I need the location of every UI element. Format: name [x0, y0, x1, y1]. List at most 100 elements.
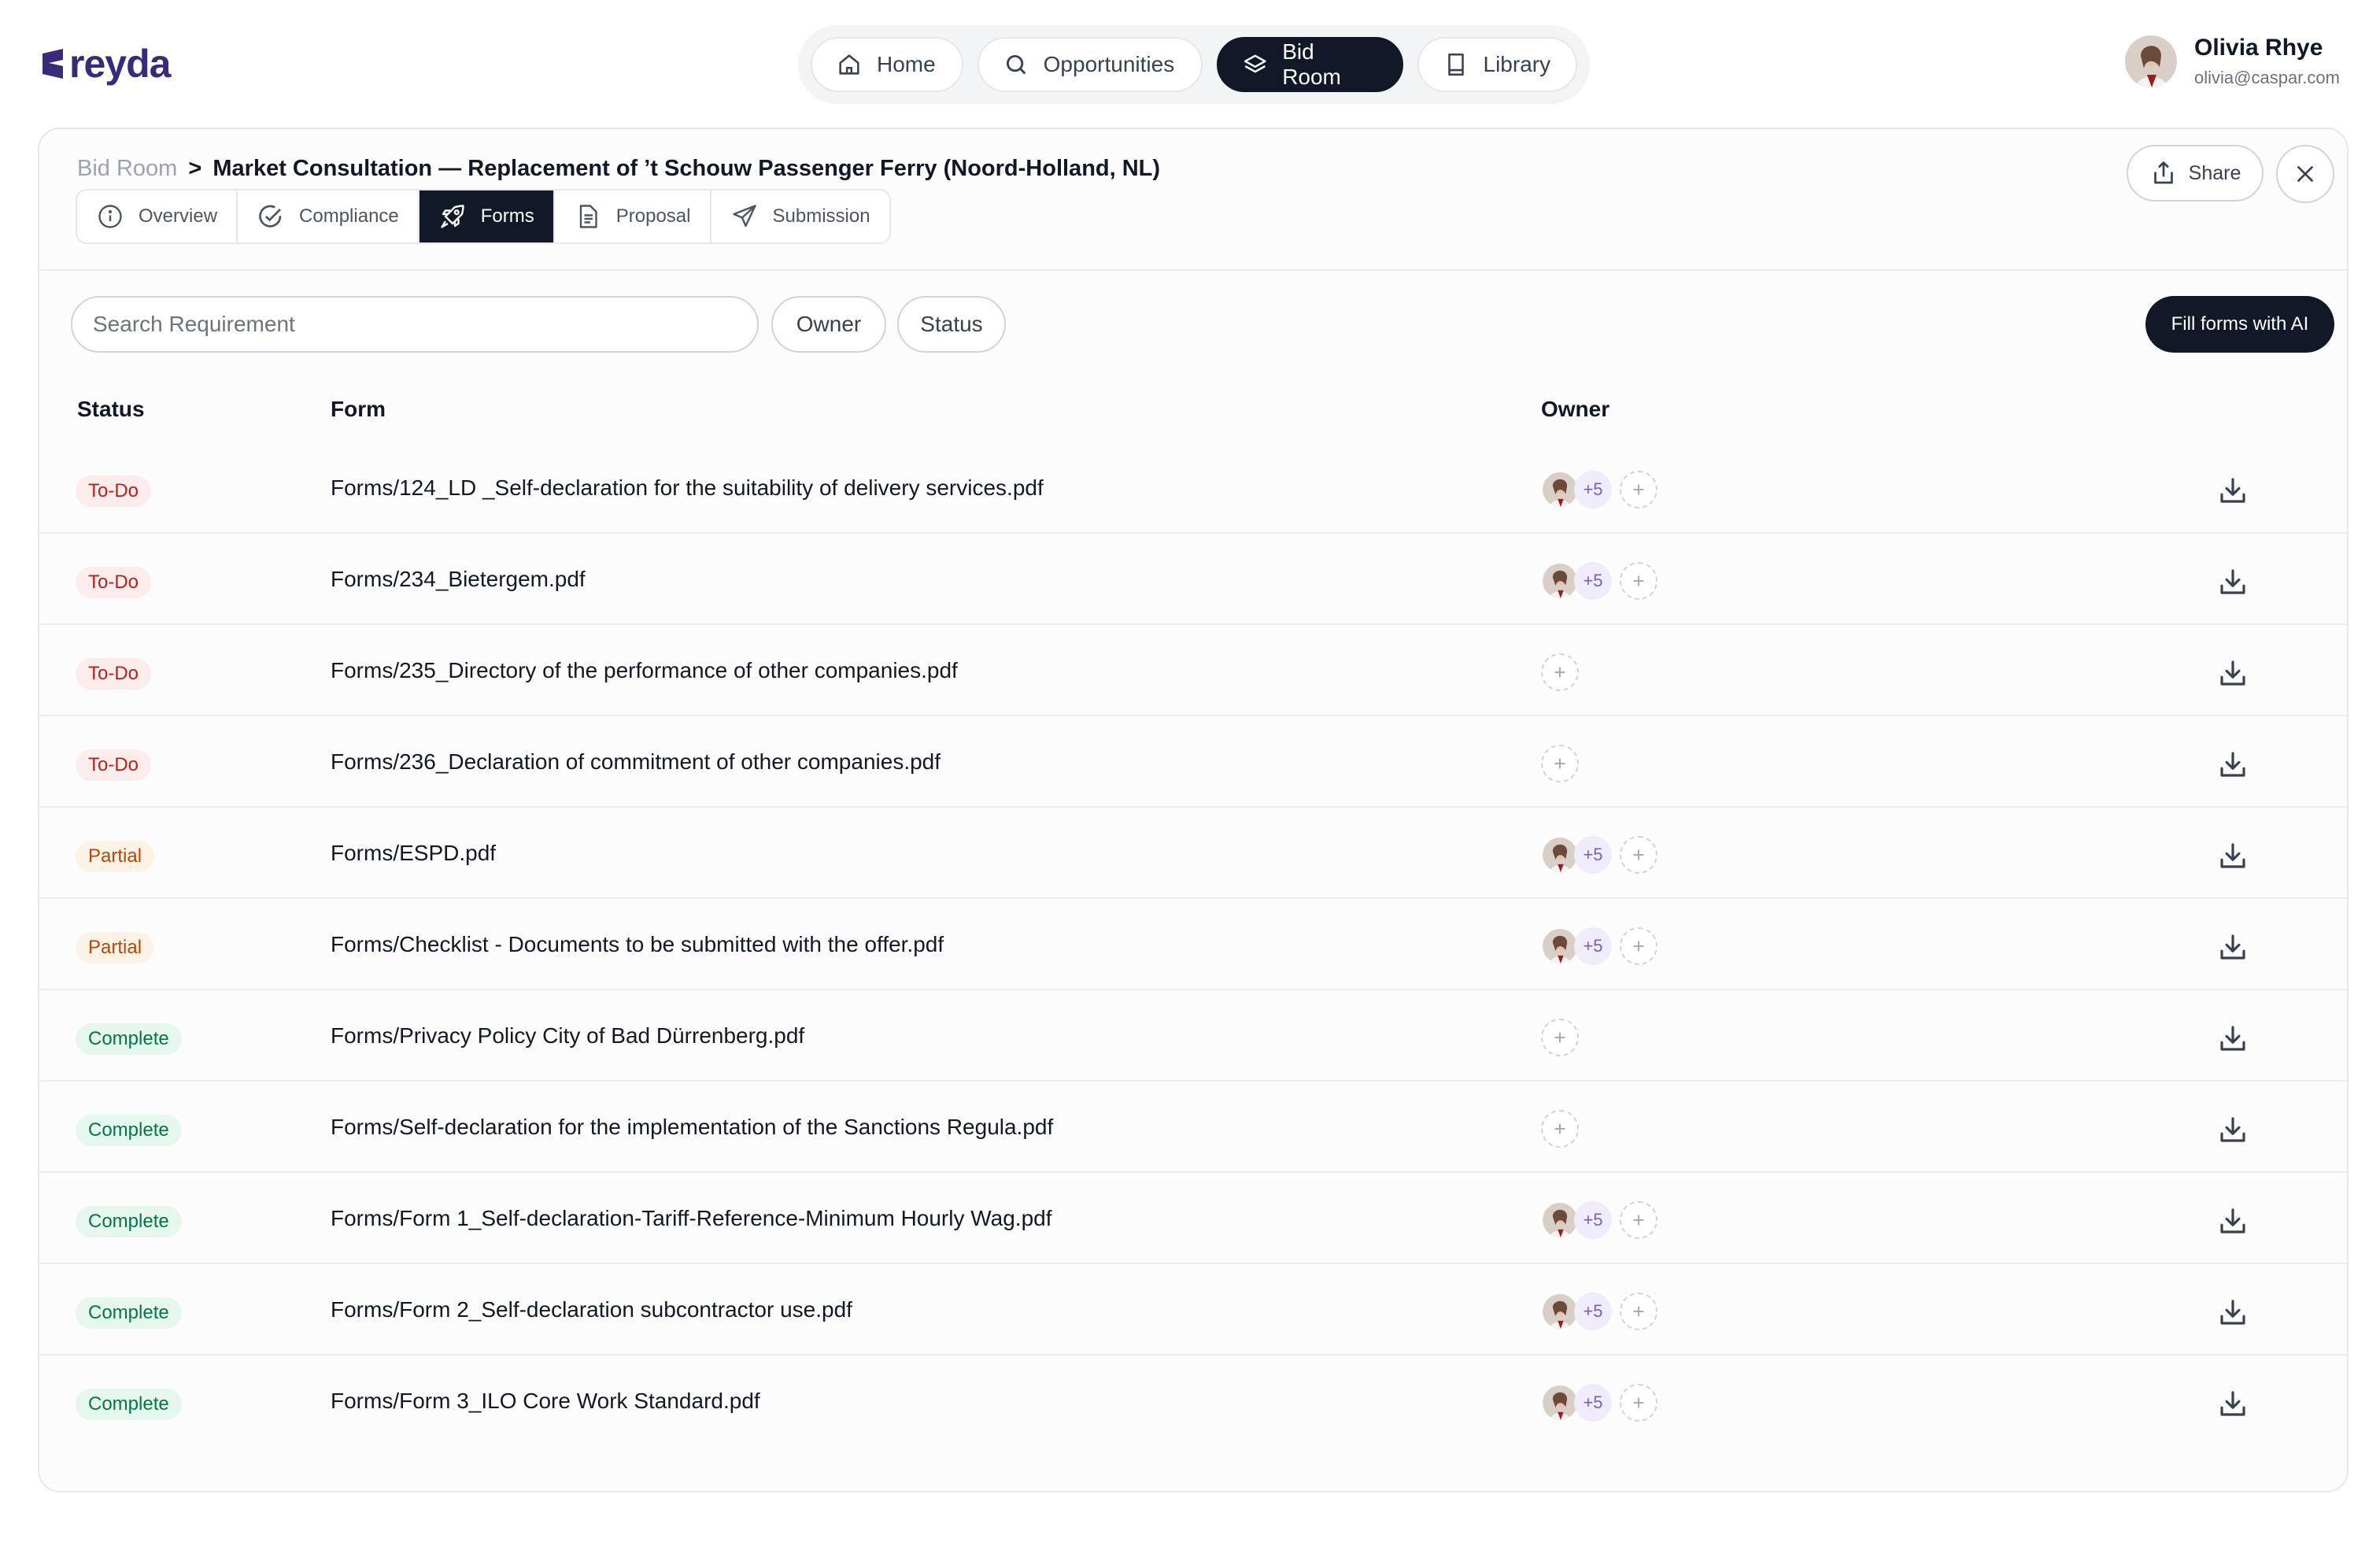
owner-group: +5 — [1541, 562, 1658, 600]
user-menu[interactable]: Olivia Rhye olivia@caspar.com — [2125, 35, 2340, 88]
form-file-name[interactable]: Forms/124_LD _Self-declaration for the s… — [331, 475, 1044, 501]
share-icon — [2153, 161, 2173, 184]
nav-library[interactable]: Library — [1417, 37, 1577, 92]
plus-icon — [1630, 1394, 1647, 1411]
table-row[interactable]: Complete Forms/Privacy Policy City of Bad… — [39, 993, 2347, 1082]
form-file-name[interactable]: Forms/235_Directory of the performance o… — [331, 658, 958, 683]
tab-proposal-label: Proposal — [615, 205, 691, 227]
plus-icon — [1630, 1211, 1647, 1229]
add-owner-button[interactable] — [1620, 562, 1658, 600]
add-owner-button[interactable] — [1541, 1019, 1579, 1056]
plus-icon — [1630, 1303, 1647, 1320]
download-icon[interactable] — [2216, 1296, 2249, 1329]
book-icon — [1447, 53, 1464, 76]
main-navigation: Home Opportunities Bid Room Library — [798, 25, 1590, 104]
tab-proposal[interactable]: Proposal — [555, 190, 711, 242]
form-file-name[interactable]: Forms/Privacy Policy City of Bad Dürrenb… — [331, 1023, 804, 1049]
panel-header: Bid Room > Market Consultation — Replace… — [39, 129, 2347, 271]
tab-forms-label: Forms — [480, 205, 534, 227]
owner-group: +5 — [1541, 1293, 1658, 1330]
download-icon[interactable] — [2216, 1113, 2249, 1146]
avatar — [1541, 836, 1579, 874]
breadcrumb-root[interactable]: Bid Room — [77, 156, 177, 181]
table-row[interactable]: Complete Forms/Form 1_Self-declaration-Ta… — [39, 1176, 2347, 1264]
owner-group: +5 — [1541, 1384, 1658, 1422]
download-icon[interactable] — [2216, 565, 2249, 598]
form-file-name[interactable]: Forms/Form 1_Self-declaration-Tariff-Ref… — [331, 1206, 1052, 1231]
form-file-name[interactable]: Forms/ESPD.pdf — [331, 841, 496, 866]
nav-opportunities[interactable]: Opportunities — [977, 37, 1203, 92]
add-owner-button[interactable] — [1620, 1384, 1658, 1422]
download-icon[interactable] — [2216, 839, 2249, 872]
more-owners-count: +5 — [1574, 471, 1612, 509]
status-badge: To-Do — [76, 658, 152, 690]
table-row[interactable]: Partial Forms/Checklist - Documents to be… — [39, 902, 2347, 990]
download-icon[interactable] — [2216, 1204, 2249, 1237]
brand-logo[interactable]: reyda — [42, 41, 171, 87]
table-row[interactable]: To-Do Forms/234_Bietergem.pdf +5 — [39, 537, 2347, 625]
breadcrumb: Bid Room > Market Consultation — Replace… — [77, 156, 1160, 182]
status-badge: Complete — [76, 1023, 182, 1055]
more-owners-count: +5 — [1574, 1201, 1612, 1239]
table-row[interactable]: Complete Forms/Form 3_ILO Core Work Stand… — [39, 1359, 2347, 1447]
avatar — [1541, 1384, 1579, 1422]
add-owner-button[interactable] — [1541, 653, 1579, 691]
download-icon[interactable] — [2216, 1387, 2249, 1420]
form-file-name[interactable]: Forms/234_Bietergem.pdf — [331, 567, 586, 592]
column-header-form: Form — [331, 397, 386, 421]
owner-group: +5 — [1541, 836, 1658, 874]
more-owners-count: +5 — [1574, 836, 1612, 874]
plus-icon — [1551, 755, 1569, 772]
tab-submission-label: Submission — [772, 205, 870, 227]
plus-icon — [1630, 572, 1647, 590]
plus-icon — [1630, 846, 1647, 864]
form-file-name[interactable]: Forms/Self-declaration for the implement… — [331, 1115, 1053, 1140]
plus-icon — [1630, 938, 1647, 955]
share-button[interactable]: Share — [2127, 145, 2264, 202]
tab-compliance[interactable]: Compliance — [238, 190, 419, 242]
close-button[interactable] — [2276, 145, 2334, 203]
download-icon[interactable] — [2216, 930, 2249, 963]
download-icon[interactable] — [2216, 656, 2249, 690]
user-email: olivia@caspar.com — [2194, 68, 2340, 87]
status-badge: Complete — [76, 1206, 182, 1237]
form-file-name[interactable]: Forms/Form 3_ILO Core Work Standard.pdf — [331, 1389, 760, 1414]
form-file-name[interactable]: Forms/Checklist - Documents to be submit… — [331, 932, 944, 957]
table-row[interactable]: To-Do Forms/236_Declaration of commitment… — [39, 719, 2347, 808]
owner-filter[interactable]: Owner — [771, 296, 886, 353]
fill-forms-ai-button[interactable]: Fill forms with AI — [2145, 296, 2334, 353]
add-owner-button[interactable] — [1620, 836, 1658, 874]
table-row[interactable]: Complete Forms/Form 2_Self-declaration su… — [39, 1267, 2347, 1356]
tab-compliance-label: Compliance — [299, 205, 399, 227]
more-owners-count: +5 — [1574, 562, 1612, 600]
nav-bid-room[interactable]: Bid Room — [1216, 37, 1403, 92]
section-tabs: Overview Compliance Forms Proposal Submi… — [76, 189, 891, 244]
download-icon[interactable] — [2216, 748, 2249, 781]
close-icon — [2297, 165, 2314, 183]
bid-room-panel: Bid Room > Market Consultation — Replace… — [38, 128, 2349, 1492]
form-file-name[interactable]: Forms/Form 2_Self-declaration subcontrac… — [331, 1297, 852, 1322]
table-row[interactable]: Partial Forms/ESPD.pdf +5 — [39, 811, 2347, 899]
add-owner-button[interactable] — [1620, 927, 1658, 965]
breadcrumb-separator: > — [188, 156, 202, 181]
nav-home[interactable]: Home — [811, 37, 963, 92]
search-input[interactable] — [71, 296, 759, 353]
status-filter[interactable]: Status — [897, 296, 1006, 353]
add-owner-button[interactable] — [1620, 471, 1658, 509]
tab-forms[interactable]: Forms — [419, 190, 555, 242]
tab-submission[interactable]: Submission — [711, 190, 889, 242]
form-file-name[interactable]: Forms/236_Declaration of commitment of o… — [331, 749, 941, 775]
add-owner-button[interactable] — [1541, 745, 1579, 782]
download-icon[interactable] — [2216, 1022, 2249, 1055]
table-row[interactable]: Complete Forms/Self-declaration for the i… — [39, 1085, 2347, 1173]
table-row[interactable]: To-Do Forms/235_Directory of the performa… — [39, 628, 2347, 716]
table-row[interactable]: To-Do Forms/124_LD _Self-declaration for … — [39, 446, 2347, 534]
layers-icon — [1244, 54, 1266, 73]
download-icon[interactable] — [2216, 474, 2249, 507]
tab-overview[interactable]: Overview — [77, 190, 238, 242]
add-owner-button[interactable] — [1620, 1201, 1658, 1239]
add-owner-button[interactable] — [1541, 1110, 1579, 1148]
status-badge: Complete — [76, 1297, 182, 1329]
add-owner-button[interactable] — [1620, 1293, 1658, 1330]
more-owners-count: +5 — [1574, 927, 1612, 965]
